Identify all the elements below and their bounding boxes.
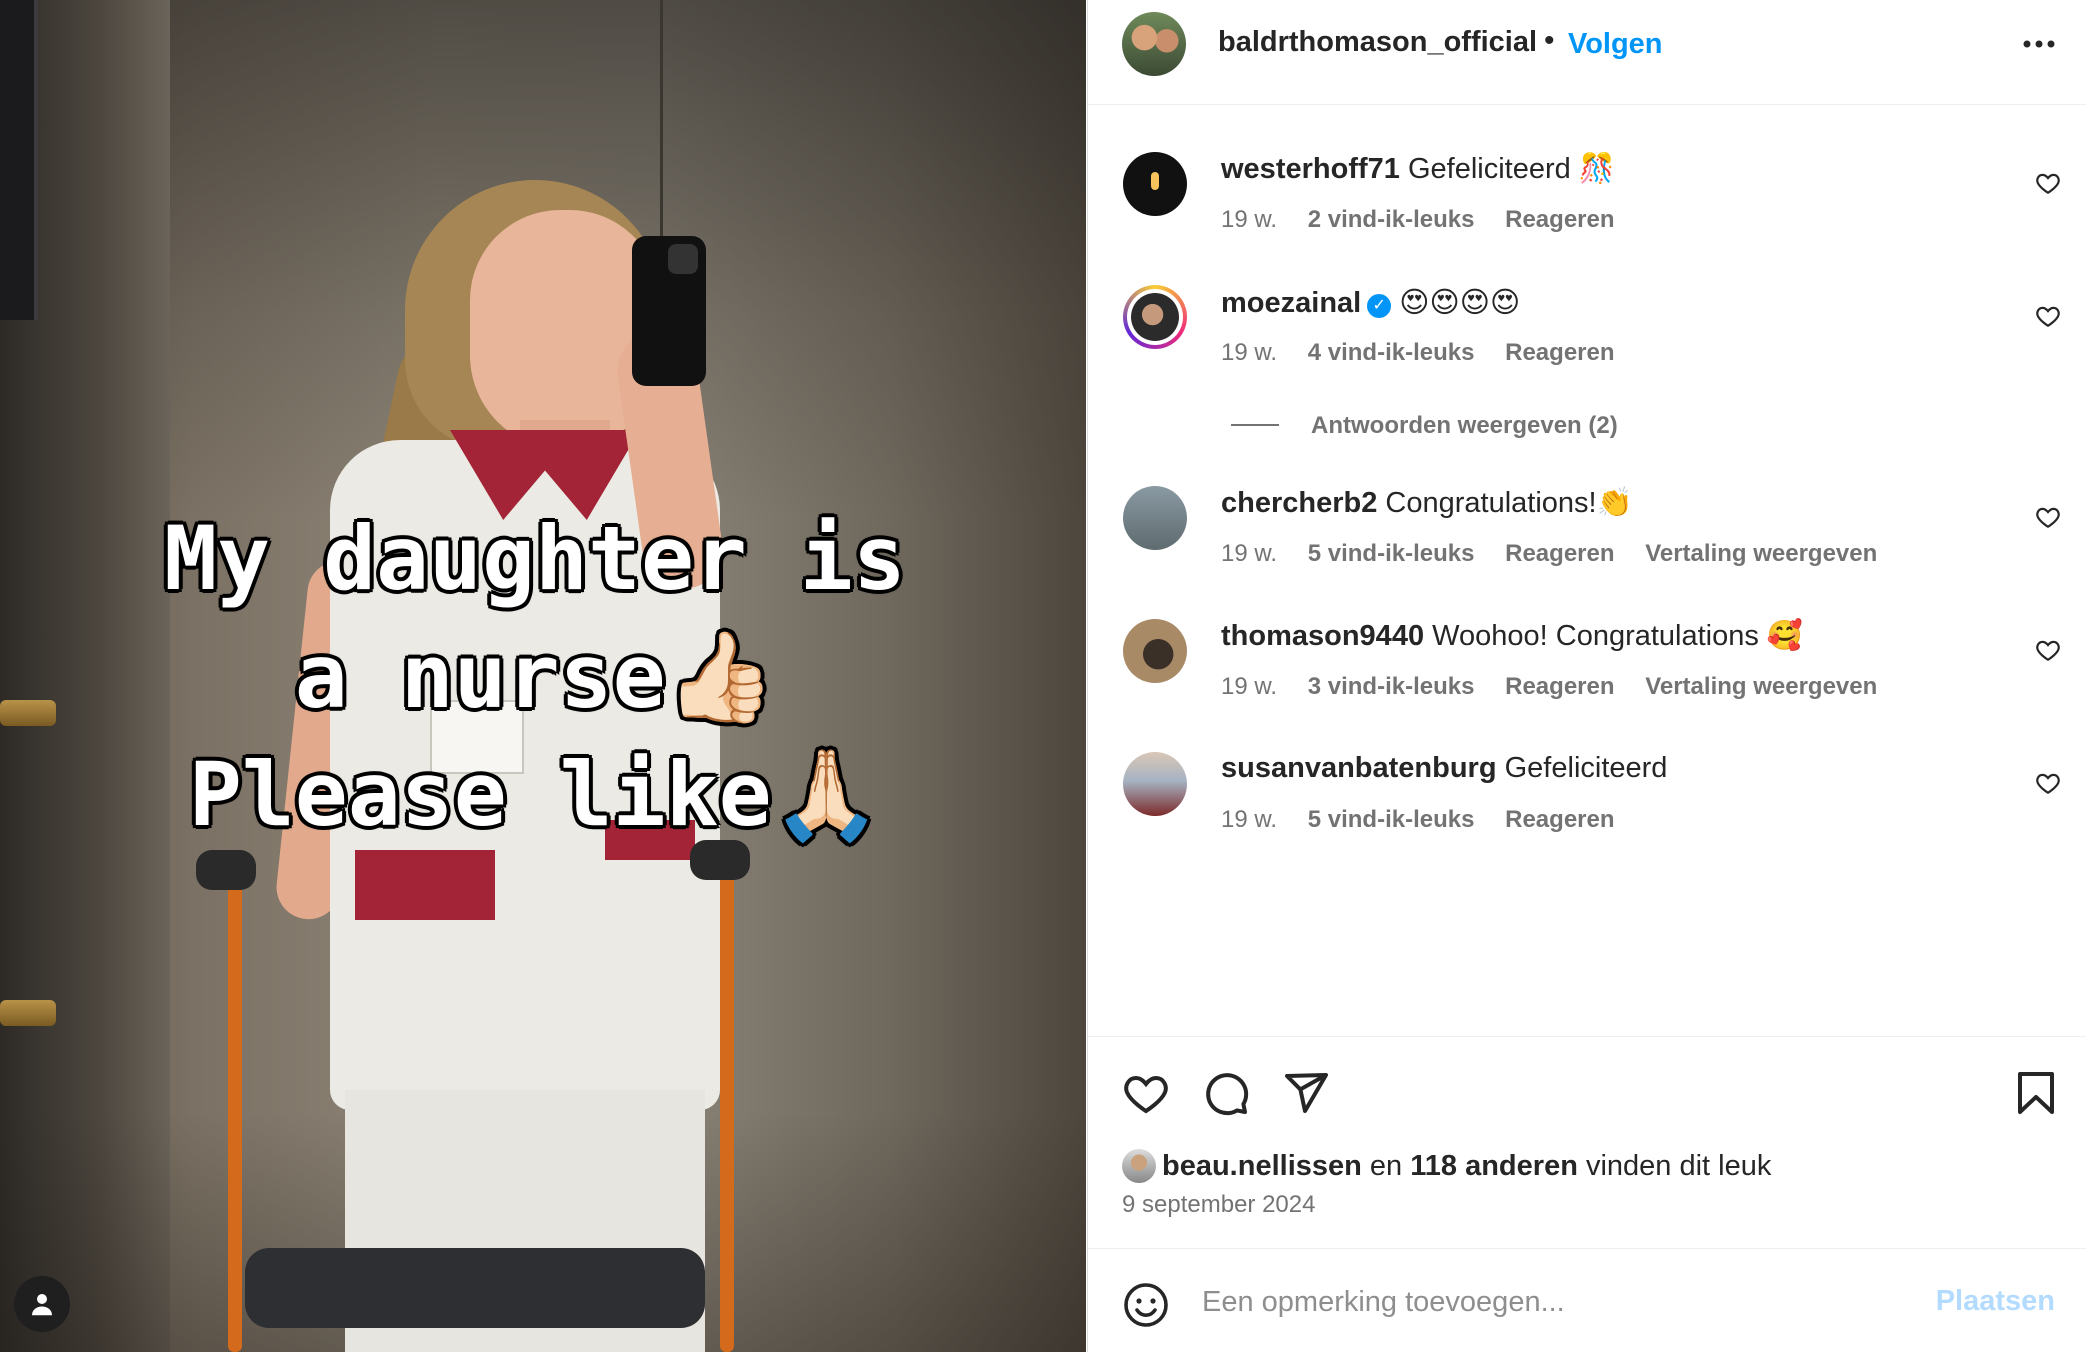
post-comment-button[interactable]: Plaatsen [1936,1285,2055,1318]
comment-likes[interactable]: 3 vind-ik-leuks [1308,673,1475,700]
comment-time[interactable]: 19 w. [1221,540,1277,567]
comment-likes[interactable]: 5 vind-ik-leuks [1308,540,1475,567]
caption-overlay: My daughter is a nurse👍🏻 Please like🙏🏻 [164,507,906,846]
view-replies-label: Antwoorden weergeven (2) [1311,412,1618,439]
heart-icon[interactable] [1122,1069,1170,1117]
commenter-avatar[interactable] [1123,486,1187,550]
comment-likes[interactable]: 4 vind-ik-leuks [1308,339,1475,366]
comment-item: moezainal ✓ 😍😍😍😍 19 w. 4 vind-ik-leuks Re… [1088,237,2086,366]
replies-divider [1231,424,1279,426]
comment-item: susanvanbatenburg Gefeliciteerd 19 w. 5 … [1088,704,2086,833]
walker-frame [228,880,242,1352]
post-side-panel: baldrthomason_official • Volgen westerho… [1087,0,2086,1352]
emoji-icon[interactable] [1122,1281,1170,1329]
commenter-avatar[interactable] [1123,619,1187,683]
comment-like-heart-icon[interactable] [2035,504,2061,530]
comment-time[interactable]: 19 w. [1221,806,1277,833]
reply-button[interactable]: Reageren [1505,806,1614,833]
commenter-avatar[interactable] [1123,752,1187,816]
comment-composer: Plaatsen [1088,1248,2086,1353]
reply-button[interactable]: Reageren [1505,206,1614,233]
comment-item: chercherb2 Congratulations!👏 19 w. 5 vin… [1088,438,2086,567]
commenter-username[interactable]: westerhoff71 [1221,153,1400,185]
comment-likes[interactable]: 2 vind-ik-leuks [1308,206,1475,233]
comment-item: westerhoff71 Gefeliciteerd 🎊 19 w. 2 vin… [1088,104,2086,233]
verified-badge-icon: ✓ [1367,294,1392,318]
post-date[interactable]: 9 september 2024 [1122,1191,1315,1219]
comment-text: 😍😍😍😍 [1399,287,1521,319]
comment-text: Woohoo! Congratulations 🥰 [1432,620,1804,652]
comment-time[interactable]: 19 w. [1221,673,1277,700]
comment-like-heart-icon[interactable] [2035,303,2061,329]
comment-text: Gefeliciteerd [1504,752,1668,784]
bookmark-icon[interactable] [2012,1069,2060,1117]
reply-button[interactable]: Reageren [1505,540,1614,567]
post-actions: beau.nellissen en 118 anderen vinden dit… [1088,1036,2086,1249]
user-icon [32,1294,52,1316]
commenter-username[interactable]: thomason9440 [1221,620,1424,652]
post-media[interactable]: My daughter is a nurse👍🏻 Please like🙏🏻 [0,0,1086,1352]
walker-handle [196,850,256,890]
more-options-icon[interactable] [2019,24,2059,64]
commenter-username[interactable]: moezainal [1221,287,1361,319]
tagged-users-button[interactable] [14,1276,70,1332]
comment-icon[interactable] [1202,1069,1250,1117]
comment-input[interactable] [1200,1279,1824,1325]
likes-others-link[interactable]: 118 anderen [1410,1150,1578,1182]
liker-avatar[interactable] [1122,1149,1156,1183]
send-icon[interactable] [1282,1069,1330,1117]
comment-time[interactable]: 19 w. [1221,206,1277,233]
author-avatar[interactable] [1122,12,1186,76]
commenter-username[interactable]: chercherb2 [1221,487,1377,519]
likes-connector: en [1369,1150,1403,1182]
post-header: baldrthomason_official • Volgen [1088,0,2086,105]
walker-seat [245,1248,705,1328]
separator-dot: • [1544,24,1555,57]
liker-username[interactable]: beau.nellissen [1162,1150,1362,1182]
commenter-avatar[interactable] [1123,152,1187,216]
commenter-avatar-story-ring[interactable] [1123,285,1187,349]
comment-like-heart-icon[interactable] [2035,637,2061,663]
phone [632,236,706,386]
comment-text: Gefeliciteerd 🎊 [1407,153,1615,185]
translate-button[interactable]: Vertaling weergeven [1645,540,1877,567]
comment-like-heart-icon[interactable] [2035,170,2061,196]
walker-frame [720,860,734,1352]
likes-suffix: vinden dit leuk [1585,1150,1772,1182]
comment-item: thomason9440 Woohoo! Congratulations 🥰 1… [1088,571,2086,700]
likes-summary: beau.nellissen en 118 anderen vinden dit… [1122,1149,1771,1183]
comment-like-heart-icon[interactable] [2035,770,2061,796]
view-replies-button[interactable]: Antwoorden weergeven (2) [1231,412,1618,440]
comment-likes[interactable]: 5 vind-ik-leuks [1308,806,1475,833]
author-username[interactable]: baldrthomason_official [1218,26,1537,59]
reply-button[interactable]: Reageren [1505,339,1614,366]
translate-button[interactable]: Vertaling weergeven [1645,673,1877,700]
comment-text: Congratulations!👏 [1385,487,1633,519]
reply-button[interactable]: Reageren [1505,673,1614,700]
comment-time[interactable]: 19 w. [1221,339,1277,366]
follow-button[interactable]: Volgen [1568,28,1663,61]
commenter-username[interactable]: susanvanbatenburg [1221,752,1497,784]
